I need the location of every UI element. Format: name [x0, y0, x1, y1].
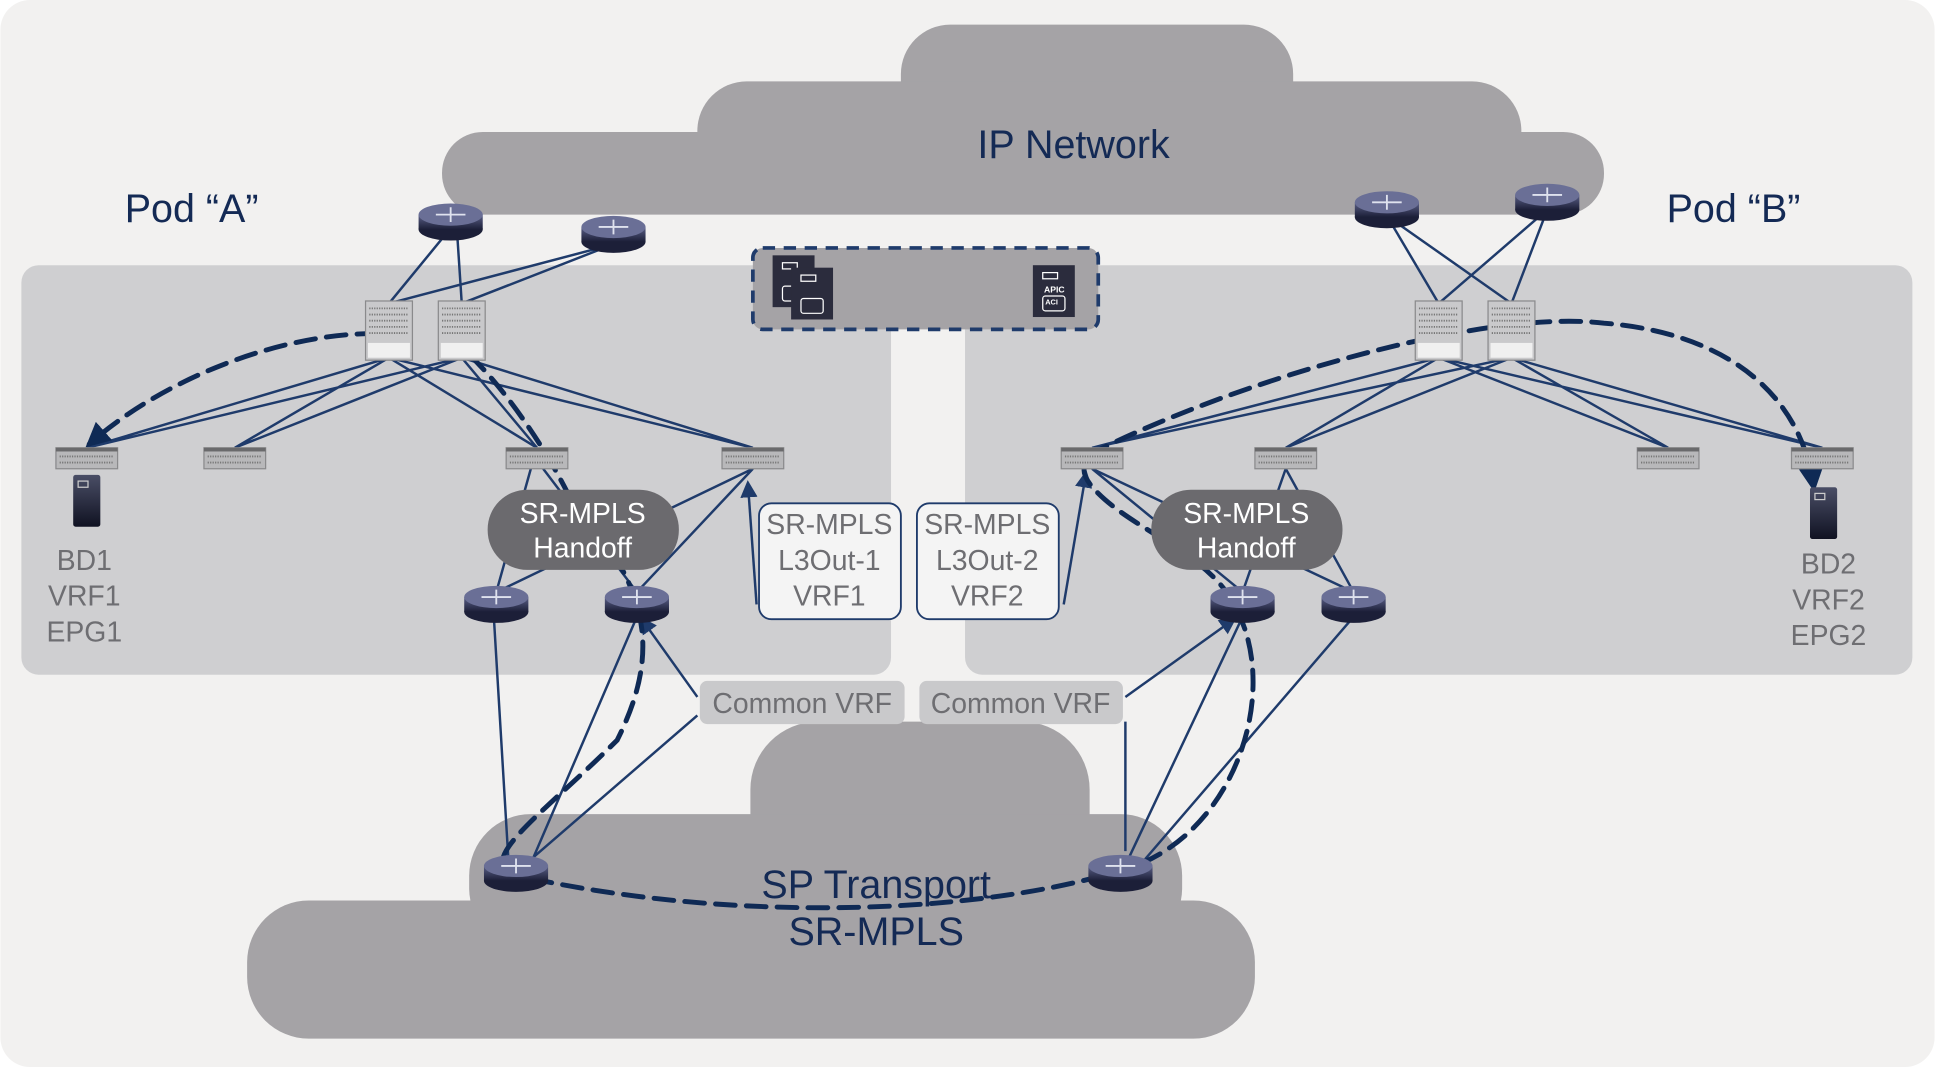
apic-label: APIC: [1044, 284, 1065, 294]
router-icon: [417, 202, 484, 242]
server-icon: [1809, 486, 1838, 540]
aci-badge: ACI: [1045, 298, 1058, 307]
handoff-label: Handoff: [533, 533, 632, 565]
handoff-label: SR-MPLS: [1183, 498, 1309, 530]
pod-b-l3out-box: SR-MPLS L3Out-2 VRF2: [916, 502, 1060, 621]
router-icon: [1087, 853, 1154, 893]
common-vrf-b-label: Common VRF: [931, 688, 1111, 720]
l3out-label: L3Out-2: [936, 545, 1038, 577]
router-icon: [1320, 584, 1387, 624]
leaf-switch-icon: [1790, 446, 1855, 470]
l3out-label: VRF2: [951, 581, 1024, 613]
l3out-label: SR-MPLS: [924, 509, 1050, 541]
leaf-switch-icon: [505, 446, 569, 470]
router-icon: [483, 853, 550, 893]
pod-b-endpoint-labels: BD2 VRF2 EPG2: [1791, 549, 1867, 653]
router-icon: [1514, 182, 1581, 222]
bd-label: BD1: [57, 545, 112, 577]
sp-transport-label: SR-MPLS: [788, 910, 963, 954]
spine-switch-icon: [1414, 300, 1464, 362]
apic-cluster: APIC ACI: [751, 246, 1101, 332]
router-icon: [1353, 190, 1420, 230]
multipod-sr-mpls-diagram: IP Network Pod “A” Pod “B” APIC ACI SR-M…: [0, 0, 1935, 1067]
pod-a-label: Pod “A”: [125, 187, 259, 231]
leaf-switch-icon: [54, 446, 119, 470]
router-icon: [603, 584, 670, 624]
router-icon: [580, 214, 647, 254]
leaf-switch-icon: [1060, 446, 1124, 470]
leaf-switch-icon: [1253, 446, 1318, 470]
leaf-switch-icon: [203, 446, 267, 470]
sp-transport-label: SP Transport: [761, 863, 991, 907]
router-icon: [463, 584, 530, 624]
pod-b-label: Pod “B”: [1667, 187, 1801, 231]
pod-b-handoff: SR-MPLS Handoff: [1151, 489, 1343, 570]
vrf-label: VRF2: [1792, 584, 1865, 616]
bd-label: BD2: [1801, 549, 1856, 581]
apic-controller-icon: [790, 267, 834, 321]
l3out-label: VRF1: [793, 581, 865, 613]
router-icon: [1209, 584, 1276, 624]
l3out-label: L3Out-1: [778, 545, 880, 577]
leaf-switch-icon: [721, 446, 785, 470]
leaf-switch-icon: [1636, 446, 1700, 470]
handoff-label: Handoff: [1197, 533, 1296, 565]
spine-switch-icon: [437, 300, 487, 362]
server-icon: [72, 474, 101, 528]
spine-switch-icon: [364, 300, 414, 362]
l3out-label: SR-MPLS: [766, 509, 892, 541]
epg-label: EPG2: [1791, 620, 1867, 652]
epg-label: EPG1: [46, 616, 122, 648]
spine-switch-icon: [1487, 300, 1536, 362]
common-vrf-a-label: Common VRF: [712, 688, 892, 720]
vrf-label: VRF1: [48, 581, 121, 613]
ip-network-label: IP Network: [977, 123, 1170, 167]
handoff-label: SR-MPLS: [520, 498, 646, 530]
pod-a-handoff: SR-MPLS Handoff: [487, 489, 679, 570]
pod-a-endpoint-labels: BD1 VRF1 EPG1: [46, 545, 122, 649]
pod-a-l3out-box: SR-MPLS L3Out-1 VRF1: [758, 502, 902, 621]
